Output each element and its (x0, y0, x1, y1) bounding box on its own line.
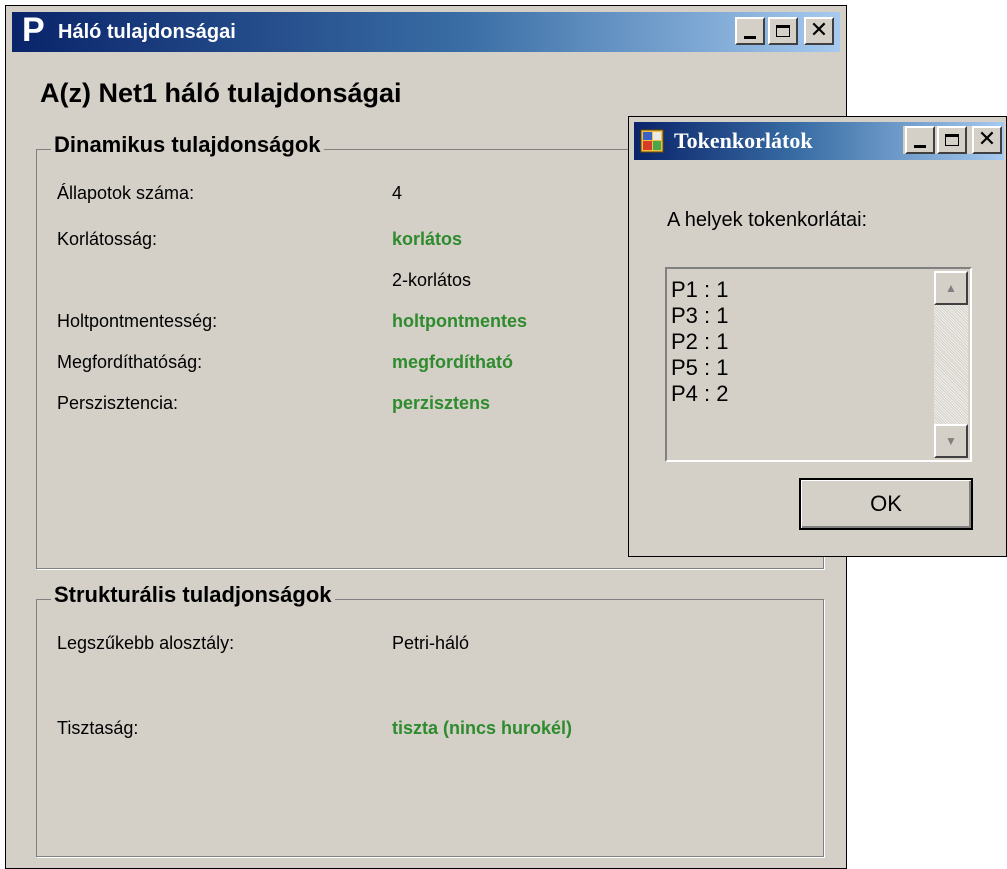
token-bounds-dialog: Tokenkorlátok ✕ A helyek tokenkorlátai: … (628, 116, 1007, 557)
dialog-minimize-button[interactable] (905, 126, 935, 154)
minimize-icon (744, 35, 756, 39)
arrow-down-icon: ▼ (945, 434, 957, 448)
boundedness-value: korlátos (392, 229, 463, 249)
deadlock-freedom-value: holtpontmentes (392, 311, 527, 331)
close-icon: ✕ (809, 18, 829, 43)
title-bar[interactable]: P Háló tulajdonságai ✕ (12, 12, 840, 52)
ok-button[interactable]: OK (799, 478, 973, 530)
app-window-icon (640, 129, 664, 153)
minimize-button[interactable] (735, 17, 765, 45)
group-title: Dinamikus tulajdonságok (51, 132, 324, 158)
boundedness-detail: 2-korlátos (392, 270, 472, 290)
window-title: Háló tulajdonságai (58, 21, 236, 43)
token-bounds-prompt: A helyek tokenkorlátai: (667, 209, 868, 231)
maximize-button[interactable] (768, 17, 798, 45)
dialog-maximize-button[interactable] (937, 126, 967, 154)
app-icon: P (22, 11, 45, 49)
maximize-icon (945, 134, 959, 146)
reversibility-value: megfordítható (392, 352, 513, 372)
states-count-value: 4 (392, 183, 403, 203)
persistence-label: Perszisztencia: (57, 393, 179, 413)
minimize-icon (914, 144, 926, 148)
boundedness-label: Korlátosság: (57, 229, 158, 249)
maximize-icon (776, 25, 790, 37)
purity-label: Tisztaság: (57, 718, 139, 738)
token-bounds-listbox[interactable]: P1 : 1 P3 : 1 P2 : 1 P5 : 1 P4 : 2 ▲ ▼ (665, 267, 972, 462)
reversibility-label: Megfordíthatóság: (57, 352, 203, 372)
dialog-close-button[interactable]: ✕ (972, 126, 1002, 154)
scroll-up-button[interactable]: ▲ (934, 271, 968, 305)
deadlock-freedom-label: Holtpontmentesség: (57, 311, 218, 331)
vertical-scrollbar[interactable]: ▲ ▼ (934, 271, 968, 458)
list-item[interactable]: P3 : 1 (671, 303, 728, 329)
persistence-value: perzisztens (392, 393, 491, 413)
narrowest-subclass-label: Legszűkebb alosztály: (57, 633, 235, 653)
page-title: A(z) Net1 háló tulajdonságai (40, 78, 402, 108)
group-title: Strukturális tuladjonságok (51, 582, 335, 608)
list-item[interactable]: P5 : 1 (671, 355, 728, 381)
narrowest-subclass-value: Petri-háló (392, 633, 470, 653)
structural-properties-group: Strukturális tuladjonságok Legszűkebb al… (36, 582, 824, 857)
close-icon: ✕ (977, 127, 997, 152)
dialog-title-bar[interactable]: Tokenkorlátok ✕ (634, 122, 1004, 160)
list-item[interactable]: P2 : 1 (671, 329, 728, 355)
states-count-label: Állapotok száma: (57, 183, 195, 203)
list-item[interactable]: P4 : 2 (671, 381, 728, 407)
list-item[interactable]: P1 : 1 (671, 277, 728, 303)
close-button[interactable]: ✕ (804, 17, 834, 45)
arrow-up-icon: ▲ (945, 281, 957, 295)
scroll-down-button[interactable]: ▼ (934, 424, 968, 458)
purity-value: tiszta (nincs hurokél) (392, 718, 573, 738)
dialog-title: Tokenkorlátok (674, 128, 813, 153)
